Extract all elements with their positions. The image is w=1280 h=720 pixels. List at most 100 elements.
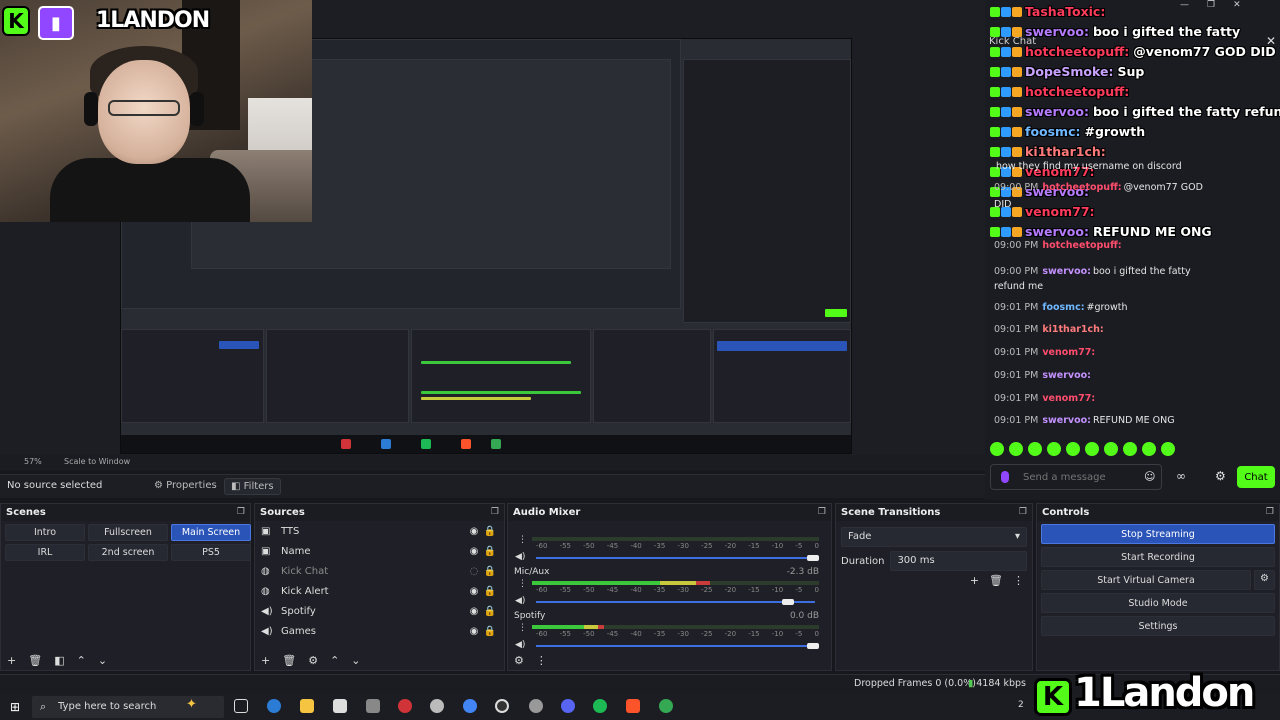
chat-username[interactable]: TashaToxic: bbox=[1025, 4, 1105, 19]
chat-username[interactable]: foosmc: bbox=[1042, 302, 1084, 313]
app-red-icon[interactable] bbox=[398, 699, 412, 713]
task-view-icon[interactable] bbox=[234, 699, 248, 713]
start-recording-button[interactable]: Start Recording bbox=[1041, 547, 1275, 567]
source-item[interactable]: ◀) Games ◉ 🔒 bbox=[255, 621, 504, 641]
zoom-level[interactable]: 57% bbox=[24, 457, 42, 466]
menu-dots-icon[interactable]: ⋮ bbox=[536, 654, 547, 667]
scene-button[interactable]: PS5 bbox=[171, 544, 251, 561]
store-icon[interactable] bbox=[333, 699, 347, 713]
chat-username[interactable]: ki1thar1ch: bbox=[1042, 324, 1103, 335]
chrome-icon[interactable] bbox=[463, 699, 477, 713]
properties-button[interactable]: ⚙ Properties bbox=[148, 478, 223, 493]
taskbar-clock-fragment[interactable]: 2 bbox=[1018, 700, 1024, 710]
move-down-icon[interactable]: ⌄ bbox=[351, 654, 360, 667]
volume-slider[interactable] bbox=[536, 555, 819, 561]
popout-icon[interactable]: ❐ bbox=[237, 507, 245, 518]
emote-bar[interactable] bbox=[990, 442, 1175, 456]
taskbar-search-placeholder[interactable]: Type here to search bbox=[58, 701, 156, 712]
menu-dots-icon[interactable]: ⋮ bbox=[518, 579, 527, 589]
duration-input[interactable]: 300 ms bbox=[890, 551, 1027, 571]
source-item[interactable]: ◍ Kick Alert ◉ 🔒 bbox=[255, 581, 504, 601]
start-virtual-camera-button[interactable]: Start Virtual Camera bbox=[1041, 570, 1251, 590]
emote-icon[interactable] bbox=[1066, 442, 1080, 456]
emote-icon[interactable] bbox=[1047, 442, 1061, 456]
chat-username[interactable]: DopeSmoke: bbox=[1025, 64, 1113, 79]
menu-dots-icon[interactable]: ⋮ bbox=[518, 623, 527, 633]
emote-icon[interactable] bbox=[1104, 442, 1118, 456]
emote-icon[interactable] bbox=[1161, 442, 1175, 456]
close-icon[interactable]: ✕ bbox=[1233, 0, 1241, 14]
add-icon[interactable]: + bbox=[970, 574, 979, 587]
brave-icon[interactable] bbox=[626, 699, 640, 713]
chat-username[interactable]: venom77: bbox=[1042, 393, 1095, 404]
chat-username[interactable]: swervoo: bbox=[1025, 224, 1089, 239]
lock-icon[interactable]: 🔒 bbox=[482, 526, 498, 537]
trash-icon[interactable]: 🗑 bbox=[282, 654, 296, 667]
volume-slider[interactable] bbox=[536, 643, 819, 649]
source-item[interactable]: ◍ Kick Chat ◌ 🔒 bbox=[255, 561, 504, 581]
obs-icon[interactable] bbox=[495, 699, 509, 713]
chat-username[interactable]: hotcheetopuff: bbox=[1042, 182, 1121, 193]
eye-icon[interactable]: ◉ bbox=[466, 546, 482, 557]
emote-icon[interactable] bbox=[990, 442, 1004, 456]
menu-dots-icon[interactable]: ⋮ bbox=[1013, 574, 1024, 587]
volume-slider-handle[interactable] bbox=[781, 599, 794, 605]
chat-username[interactable]: foosmc: bbox=[1025, 124, 1081, 139]
transition-select[interactable]: Fade ▾ bbox=[841, 527, 1027, 547]
gear-icon[interactable]: ⚙ bbox=[308, 654, 318, 667]
lock-icon[interactable]: 🔒 bbox=[482, 606, 498, 617]
settings-button[interactable]: Settings bbox=[1041, 616, 1275, 636]
move-up-icon[interactable]: ⌃ bbox=[330, 654, 339, 667]
lock-icon[interactable]: 🔒 bbox=[482, 546, 498, 557]
infinity-icon[interactable]: ∞ bbox=[1176, 469, 1186, 483]
discord-icon[interactable] bbox=[561, 699, 575, 713]
popout-icon[interactable]: ❐ bbox=[1266, 507, 1274, 518]
scene-button[interactable]: IRL bbox=[5, 544, 85, 561]
spotify-icon[interactable] bbox=[593, 699, 607, 713]
lock-icon[interactable]: 🔒 bbox=[482, 586, 498, 597]
volume-slider-handle[interactable] bbox=[806, 555, 819, 561]
scale-mode[interactable]: Scale to Window bbox=[64, 457, 130, 466]
file-explorer-icon[interactable] bbox=[300, 699, 314, 713]
emoji-icon[interactable]: ☺ bbox=[1144, 470, 1155, 483]
trash-icon[interactable]: 🗑 bbox=[28, 654, 42, 667]
speaker-icon[interactable]: ◀) bbox=[515, 596, 525, 606]
edge-icon[interactable] bbox=[267, 699, 281, 713]
app-gear-icon[interactable] bbox=[529, 699, 543, 713]
menu-dots-icon[interactable]: ⋮ bbox=[518, 535, 527, 545]
emote-icon[interactable] bbox=[1028, 442, 1042, 456]
filter-icon[interactable]: ◧ bbox=[54, 654, 64, 667]
chat-username[interactable]: venom77: bbox=[1025, 204, 1095, 219]
eye-icon[interactable]: ◉ bbox=[466, 526, 482, 537]
chat-username[interactable]: ki1thar1ch: bbox=[1025, 144, 1106, 159]
eye-icon[interactable]: ◉ bbox=[466, 606, 482, 617]
popout-icon[interactable]: ❐ bbox=[818, 507, 826, 518]
speaker-icon[interactable]: ◀) bbox=[515, 640, 525, 650]
source-item[interactable]: ▣ Name ◉ 🔒 bbox=[255, 541, 504, 561]
chat-username[interactable]: hotcheetopuff: bbox=[1025, 84, 1129, 99]
popout-icon[interactable]: ❐ bbox=[491, 507, 499, 518]
add-icon[interactable]: + bbox=[7, 654, 16, 667]
eye-icon[interactable]: ◉ bbox=[466, 586, 482, 597]
studio-mode-button[interactable]: Studio Mode bbox=[1041, 593, 1275, 613]
gear-icon[interactable]: ⚙ bbox=[1215, 469, 1226, 483]
chrome-icon[interactable] bbox=[659, 699, 673, 713]
windows-start-icon[interactable]: ⊞ bbox=[10, 700, 20, 714]
chat-username[interactable]: swervoo: bbox=[1025, 104, 1089, 119]
chat-message-input[interactable] bbox=[991, 465, 1161, 489]
calculator-icon[interactable] bbox=[366, 699, 380, 713]
source-item[interactable]: ◀) Spotify ◉ 🔒 bbox=[255, 601, 504, 621]
gear-icon[interactable]: ⚙ bbox=[514, 654, 524, 667]
move-up-icon[interactable]: ⌃ bbox=[77, 654, 86, 667]
gear-icon[interactable]: ⚙ bbox=[1254, 570, 1275, 590]
add-icon[interactable]: + bbox=[261, 654, 270, 667]
lock-icon[interactable]: 🔒 bbox=[482, 566, 498, 577]
chat-username[interactable]: venom77: bbox=[1042, 347, 1095, 358]
emote-icon[interactable] bbox=[1085, 442, 1099, 456]
chat-username[interactable]: hotcheetopuff: bbox=[1025, 44, 1129, 59]
volume-slider[interactable] bbox=[536, 599, 815, 605]
popout-icon[interactable]: ❐ bbox=[1019, 507, 1027, 518]
emote-icon[interactable] bbox=[1123, 442, 1137, 456]
settings-icon[interactable] bbox=[430, 699, 444, 713]
stop-streaming-button[interactable]: Stop Streaming bbox=[1041, 524, 1275, 544]
